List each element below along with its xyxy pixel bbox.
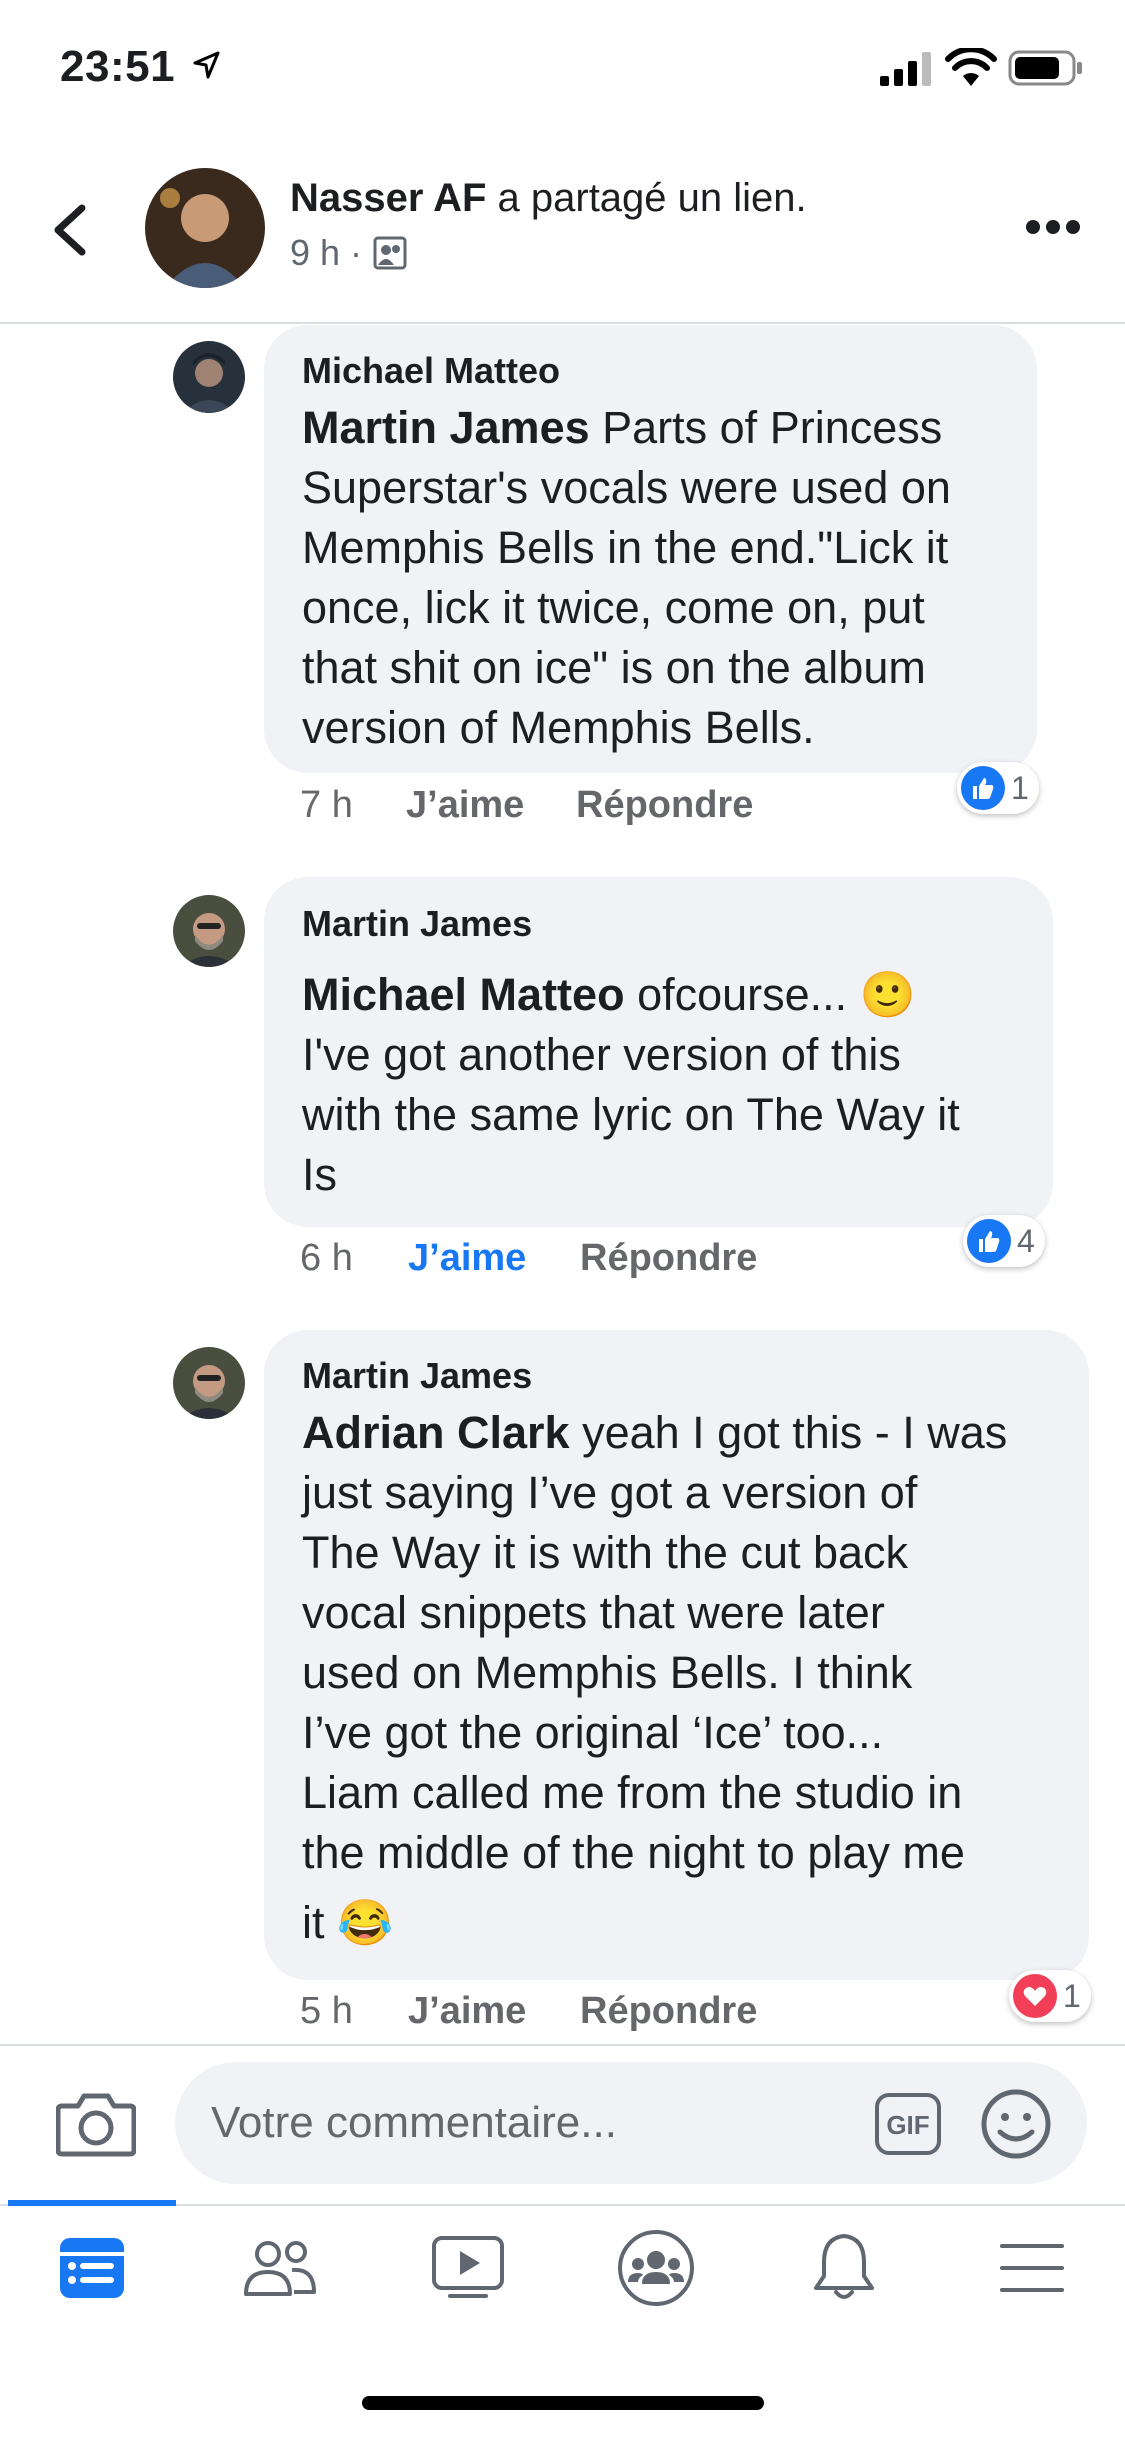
reaction-count: 1 xyxy=(1011,769,1029,806)
like-reaction-icon xyxy=(967,1219,1011,1263)
tab-groups[interactable] xyxy=(606,2228,706,2308)
comment-author[interactable]: Michael Matteo xyxy=(302,350,560,392)
comment-line: used on Memphis Bells. I think xyxy=(302,1647,913,1698)
like-reaction-icon xyxy=(961,766,1005,810)
comment-text: Adrian Clark yeah I got this - I was jus… xyxy=(302,1403,1082,1953)
home-indicator[interactable] xyxy=(362,2396,764,2410)
like-button[interactable]: J’aime xyxy=(408,1990,526,2033)
groups-icon xyxy=(618,2230,694,2306)
comment-line: Is xyxy=(302,1149,338,1200)
tab-watch[interactable] xyxy=(418,2228,518,2308)
comment-avatar[interactable] xyxy=(173,341,245,413)
post-action: a partagé un lien. xyxy=(497,176,807,220)
gif-button[interactable]: GIF xyxy=(874,2092,942,2156)
comment-author[interactable]: Martin James xyxy=(302,903,532,945)
comment-line: the middle of the night to play me xyxy=(302,1827,965,1878)
comment-line: vocal snippets that were later xyxy=(302,1587,885,1638)
comment-line: that shit on ice" is on the album xyxy=(302,642,926,693)
reply-button[interactable]: Répondre xyxy=(580,1237,757,1280)
tab-menu[interactable] xyxy=(982,2228,1082,2308)
watch-icon xyxy=(432,2236,504,2298)
comment-line: Memphis Bells in the end."Lick it xyxy=(302,522,949,573)
comment-line: The Way it is with the cut back xyxy=(302,1527,909,1578)
comment-line: Liam called me from the studio in xyxy=(302,1767,963,1818)
back-chevron-icon[interactable] xyxy=(48,202,92,258)
comment-line: Parts of Princess xyxy=(589,402,943,453)
comment-avatar[interactable] xyxy=(173,1347,245,1419)
tab-notifications[interactable] xyxy=(794,2228,894,2308)
battery-icon xyxy=(1008,50,1082,86)
comment-line: yeah I got this - I was xyxy=(569,1407,1008,1458)
comment-line: I've got another version of this xyxy=(302,1029,901,1080)
like-button-active[interactable]: J’aime xyxy=(408,1237,526,1280)
reaction-summary[interactable]: 1 xyxy=(957,762,1039,814)
comment-line: Superstar's vocals were used on xyxy=(302,462,951,513)
gif-label: GIF xyxy=(886,2110,929,2140)
comment-time: 5 h xyxy=(300,1990,353,2032)
comment-time: 6 h xyxy=(300,1237,353,1279)
love-reaction-icon xyxy=(1013,1974,1057,2018)
menu-icon xyxy=(1000,2244,1064,2292)
home-icon xyxy=(60,2238,124,2298)
comment-mention[interactable]: Martin James xyxy=(302,402,590,453)
poster-avatar[interactable] xyxy=(145,168,265,288)
reaction-count: 4 xyxy=(1017,1222,1035,1259)
tab-friends[interactable] xyxy=(230,2228,330,2308)
camera-icon[interactable] xyxy=(56,2088,136,2158)
comment-time: 7 h xyxy=(300,784,353,826)
status-time: 23:51 xyxy=(60,42,176,91)
comment-line: ofcourse... 🙂 xyxy=(624,969,916,1020)
notifications-icon xyxy=(814,2234,874,2299)
comment-line: version of Memphis Bells. xyxy=(302,702,815,753)
emoji-icon[interactable] xyxy=(980,2088,1052,2160)
comment-text: Michael Matteo ofcourse... 🙂 I've got an… xyxy=(302,965,1032,1205)
comment-avatar[interactable] xyxy=(173,895,245,967)
meta-separator: · xyxy=(350,232,363,273)
reaction-count: 1 xyxy=(1063,1977,1081,2014)
location-arrow-icon xyxy=(193,51,220,79)
comment-line: I’ve got the original ‘Ice’ too... xyxy=(302,1707,884,1758)
reply-button[interactable]: Répondre xyxy=(580,1990,757,2033)
comment-line: with the same lyric on The Way it xyxy=(302,1089,960,1140)
poster-name[interactable]: Nasser AF xyxy=(290,176,486,220)
friends-icon xyxy=(244,2241,316,2296)
reply-button[interactable]: Répondre xyxy=(576,784,753,827)
audience-friends-icon xyxy=(373,236,407,270)
comment-line: once, lick it twice, come on, put xyxy=(302,582,925,633)
wifi-icon xyxy=(945,48,997,86)
comment-mention[interactable]: Michael Matteo xyxy=(302,969,625,1020)
more-options-icon[interactable] xyxy=(1025,216,1081,238)
active-tab-indicator xyxy=(8,2200,176,2206)
post-time: 9 h xyxy=(290,232,341,273)
tab-home[interactable] xyxy=(42,2228,142,2308)
comment-author[interactable]: Martin James xyxy=(302,1355,532,1397)
like-button[interactable]: J’aime xyxy=(406,784,524,827)
comment-text: Martin James Parts of Princess Superstar… xyxy=(302,398,1022,758)
comment-line: just saying I’ve got a version of xyxy=(302,1467,918,1518)
reaction-summary[interactable]: 1 xyxy=(1009,1970,1091,2022)
comment-line: it 😂 xyxy=(302,1897,394,1948)
reaction-summary[interactable]: 4 xyxy=(963,1215,1045,1267)
cellular-signal-icon xyxy=(880,52,931,86)
comment-mention[interactable]: Adrian Clark xyxy=(302,1407,570,1458)
comment-input[interactable] xyxy=(175,2062,1087,2184)
